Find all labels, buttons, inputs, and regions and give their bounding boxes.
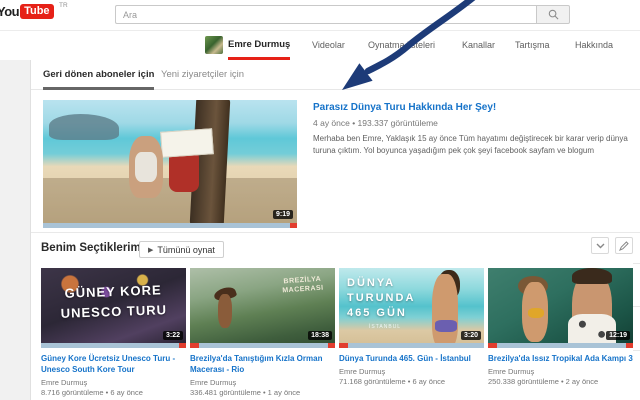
thumbnail-art (49, 114, 119, 140)
thumbnail-art (528, 308, 544, 318)
progress-bar (488, 343, 633, 348)
video-card: 12:19 Brezilya'da Issız Tropikal Ada Kam… (488, 268, 633, 386)
audience-tabs: Geri dönen aboneler için Yeni ziyaretçil… (31, 60, 640, 90)
featured-video-thumbnail[interactable]: 9:19 (43, 100, 297, 228)
video-card: BREZİLYA MACERASI 18:38 Brezilya'da Tanı… (190, 268, 335, 397)
progress-bar-red (339, 343, 348, 348)
tab-hakkinda[interactable]: Hakkında (575, 40, 613, 50)
tab-videolar[interactable]: Videolar (312, 40, 345, 50)
video-card: GÜNEY KORE UNESCO TURU 3:22 Güney Kore Ü… (41, 268, 186, 397)
youtube-channel-page: You Tube TR Emre Durmuş Videolar Oynatma… (0, 0, 640, 400)
duration-badge: 3:20 (461, 331, 481, 340)
play-all-label: Tümünü oynat (157, 245, 215, 255)
progress-bar-red (190, 343, 199, 348)
pencil-icon (619, 241, 629, 251)
progress-bar-red (488, 343, 497, 348)
tab-new-visitors[interactable]: Yeni ziyaretçiler için (161, 60, 244, 90)
chevron-down-icon (596, 243, 605, 249)
video-thumbnail[interactable]: GÜNEY KORE UNESCO TURU 3:22 (41, 268, 186, 348)
video-channel[interactable]: Emre Durmuş (41, 378, 186, 387)
video-meta: 8.716 görüntüleme • 6 ay önce (41, 388, 186, 397)
tab-oynatma-listeleri[interactable]: Oynatma listeleri (368, 40, 435, 50)
featured-video-title[interactable]: Parasız Dünya Turu Hakkında Her Şey! (313, 102, 633, 113)
featured-video-description: Merhaba ben Emre, Yaklaşık 15 ay önce Tü… (313, 133, 629, 157)
right-edge-cutoff (633, 263, 640, 264)
channel-nav: Emre Durmuş Videolar Oynatma listeleri K… (0, 31, 640, 60)
collapse-section-button[interactable] (591, 237, 609, 254)
youtube-logo[interactable]: You Tube (0, 4, 54, 19)
play-all-button[interactable]: ▶ Tümünü oynat (139, 241, 224, 258)
video-thumbnail[interactable]: DÜNYA TURUNDA 465 GÜN İSTANBUL 3:20 (339, 268, 484, 348)
video-title[interactable]: Brezilya'da Tanıştığım Kızla Orman Macer… (190, 353, 335, 375)
progress-bar-red (328, 343, 335, 348)
video-thumbnail[interactable]: BREZİLYA MACERASI 18:38 (190, 268, 335, 348)
thumbnail-overlay-subtext: İSTANBUL (369, 324, 401, 330)
video-channel[interactable]: Emre Durmuş (190, 378, 335, 387)
search-input[interactable] (115, 5, 536, 24)
video-title[interactable]: Güney Kore Ücretsiz Unesco Turu - Unesco… (41, 353, 186, 375)
duration-badge: 12:19 (606, 331, 630, 340)
duration-badge: 18:38 (308, 331, 332, 340)
video-title[interactable]: Brezilya'da Issız Tropikal Ada Kampı 3 (488, 353, 633, 364)
playlist-title: Benim Seçtiklerim (41, 242, 141, 254)
video-channel[interactable]: Emre Durmuş (339, 367, 484, 376)
progress-bar (41, 343, 186, 348)
progress-bar-red (179, 343, 186, 348)
thumbnail-art (432, 274, 458, 348)
play-icon: ▶ (148, 246, 153, 254)
thumbnail-art (160, 128, 214, 158)
channel-avatar[interactable] (205, 36, 223, 54)
thumbnail-art (135, 152, 157, 182)
top-header: You Tube TR (0, 0, 640, 31)
thumbnail-art (435, 320, 457, 332)
progress-bar-red (290, 223, 297, 228)
channel-name-tab[interactable]: Emre Durmuş (228, 39, 290, 50)
tab-returning-subscribers[interactable]: Geri dönen aboneler için (43, 60, 154, 90)
region-label: TR (59, 2, 68, 9)
section-divider (31, 232, 640, 233)
search-button[interactable] (536, 5, 570, 24)
video-thumbnail[interactable]: 12:19 (488, 268, 633, 348)
video-title[interactable]: Dünya Turunda 465. Gün - İstanbul (339, 353, 484, 364)
thumbnail-art (572, 268, 612, 284)
channel-content: Geri dönen aboneler için Yeni ziyaretçil… (30, 60, 640, 400)
youtube-logo-you: You (0, 4, 19, 19)
progress-bar (190, 343, 335, 348)
video-card: DÜNYA TURUNDA 465 GÜN İSTANBUL 3:20 Düny… (339, 268, 484, 386)
thumbnail-overlay-text: GÜNEY KORE UNESCO TURU (41, 279, 186, 324)
playlist-video-row: GÜNEY KORE UNESCO TURU 3:22 Güney Kore Ü… (41, 268, 640, 400)
duration-badge: 3:22 (163, 331, 183, 340)
featured-video-meta: 4 ay önce • 193.337 görüntüleme (313, 118, 438, 128)
video-meta: 336.481 görüntüleme • 1 ay önce (190, 388, 335, 397)
video-meta: 250.338 görüntüleme • 2 ay önce (488, 377, 633, 386)
progress-bar (43, 223, 297, 228)
progress-bar (339, 343, 484, 348)
thumbnail-art (218, 294, 232, 328)
youtube-logo-tube: Tube (20, 4, 53, 19)
search-icon (548, 9, 559, 20)
progress-bar-red (626, 343, 633, 348)
edit-section-button[interactable] (615, 237, 633, 254)
tab-kanallar[interactable]: Kanallar (462, 40, 495, 50)
video-channel[interactable]: Emre Durmuş (488, 367, 633, 376)
right-edge-cutoff (633, 350, 640, 351)
tab-tartisma[interactable]: Tartışma (515, 40, 550, 50)
video-meta: 71.168 görüntüleme • 6 ay önce (339, 377, 484, 386)
thumbnail-overlay-text: BREZİLYA MACERASI (281, 275, 323, 296)
right-edge-cutoff (633, 306, 640, 307)
thumbnail-overlay-text: DÜNYA TURUNDA 465 GÜN (347, 276, 415, 321)
duration-badge: 9:19 (273, 210, 293, 219)
